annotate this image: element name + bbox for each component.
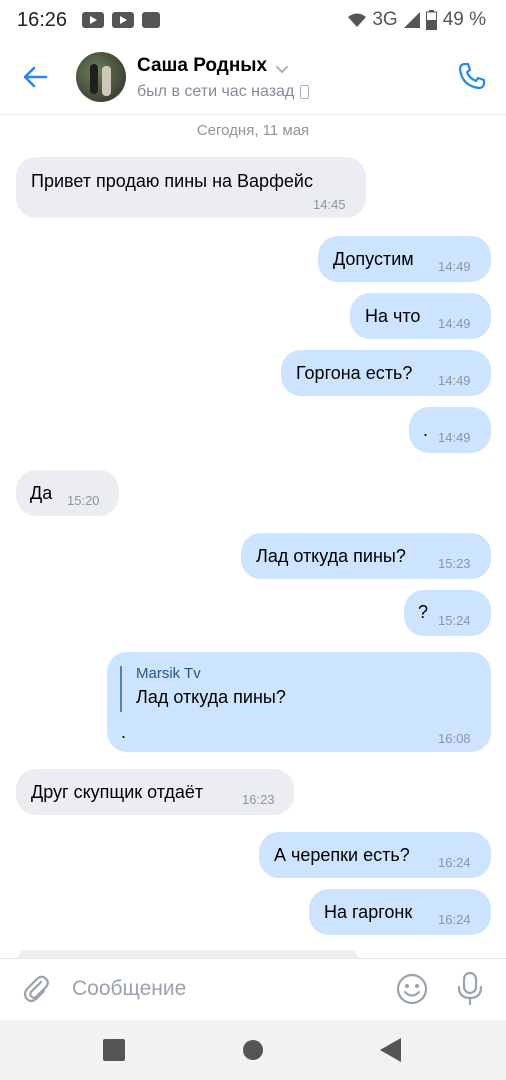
message-composer: Сообщение (0, 958, 506, 1021)
status-bar: 16:26 3G 49 % (0, 0, 506, 42)
youtube-icon (112, 12, 134, 28)
message-time: 14:49 (438, 430, 471, 445)
message-text: Допустим (333, 249, 414, 269)
message-time: 14:49 (438, 259, 471, 274)
message-bubble-in[interactable]: Привет продаю пины на Варфейс 14:45 (16, 157, 366, 218)
message-text: Друг скупщик отдаёт (31, 782, 204, 802)
message-text: На что (365, 306, 421, 326)
message-time: 16:24 (438, 912, 471, 927)
system-nav-bar (0, 1020, 506, 1080)
message-bubble-in[interactable]: Друг скупщик отдаёт 16:23 (16, 769, 294, 815)
message-text: На гаргонк (324, 902, 413, 922)
message-bubble-out[interactable]: На гаргонк 16:24 (309, 889, 491, 935)
reply-author: Marsik Tv (136, 665, 201, 682)
status-right: 3G 49 % (348, 9, 486, 31)
message-text: . (121, 722, 127, 742)
message-text: Горгона есть? (296, 363, 413, 383)
message-time: 15:23 (438, 556, 471, 571)
message-text: ? (418, 602, 429, 622)
back-arrow-icon[interactable] (20, 62, 50, 92)
partial-message-bubble (18, 950, 358, 958)
network-type: 3G (372, 9, 398, 30)
youtube-icon (82, 12, 104, 28)
signal-icon (403, 12, 420, 28)
message-bubble-out[interactable]: На что 14:49 (350, 293, 491, 339)
battery-icon (425, 10, 437, 30)
message-input[interactable]: Сообщение (72, 977, 186, 1001)
attach-icon[interactable] (20, 973, 52, 1005)
wifi-icon (348, 13, 367, 27)
message-time: 14:49 (438, 316, 471, 331)
reply-quoted-text: Лад откуда пины? (136, 687, 286, 707)
gmail-icon (142, 12, 160, 28)
contact-name-row[interactable]: Саша Родных (137, 55, 289, 77)
message-bubble-out[interactable]: Горгона есть? 14:49 (281, 350, 491, 396)
message-bubble-reply[interactable]: Marsik Tv Лад откуда пины? . 16:08 (107, 652, 491, 752)
notification-icons (82, 12, 160, 28)
reply-quote-bar (120, 666, 122, 712)
message-text: А черепки есть? (274, 845, 410, 865)
chat-header: Саша Родных был в сети час назад (0, 42, 506, 115)
battery-percent: 49 % (442, 9, 486, 30)
message-time: 14:45 (313, 197, 346, 212)
recent-apps-icon[interactable] (103, 1039, 125, 1061)
mobile-device-icon (300, 85, 310, 99)
message-bubble-out[interactable]: ? 15:24 (404, 590, 491, 636)
message-text: Да (30, 483, 53, 503)
home-icon[interactable] (243, 1040, 263, 1060)
message-bubble-out[interactable]: Допустим 14:49 (318, 236, 491, 282)
message-bubble-out[interactable]: . 14:49 (409, 407, 491, 453)
message-time: 16:08 (438, 731, 471, 746)
emoji-icon[interactable] (396, 973, 428, 1005)
back-icon[interactable] (380, 1038, 401, 1062)
message-text: Лад откуда пины? (256, 546, 406, 566)
message-time: 15:20 (67, 493, 100, 508)
message-time: 16:23 (242, 792, 275, 807)
message-bubble-in[interactable]: Да 15:20 (16, 470, 119, 516)
message-text: Привет продаю пины на Варфейс (31, 171, 313, 191)
microphone-icon[interactable] (456, 971, 484, 1006)
message-bubble-out[interactable]: А черепки есть? 16:24 (259, 832, 491, 878)
message-text: . (423, 420, 429, 440)
chevron-down-icon[interactable] (275, 61, 289, 74)
status-time: 16:26 (17, 9, 68, 31)
phone-call-icon[interactable] (456, 60, 488, 92)
last-seen: был в сети час назад (137, 83, 295, 100)
avatar[interactable] (76, 52, 126, 102)
contact-name: Саша Родных (137, 55, 268, 76)
message-time: 16:24 (438, 855, 471, 870)
message-time: 15:24 (438, 613, 471, 628)
date-separator: Сегодня, 11 мая (196, 122, 310, 139)
message-time: 14:49 (438, 373, 471, 388)
message-bubble-out[interactable]: Лад откуда пины? 15:23 (241, 533, 491, 579)
last-seen-row: был в сети час назад (137, 83, 310, 101)
